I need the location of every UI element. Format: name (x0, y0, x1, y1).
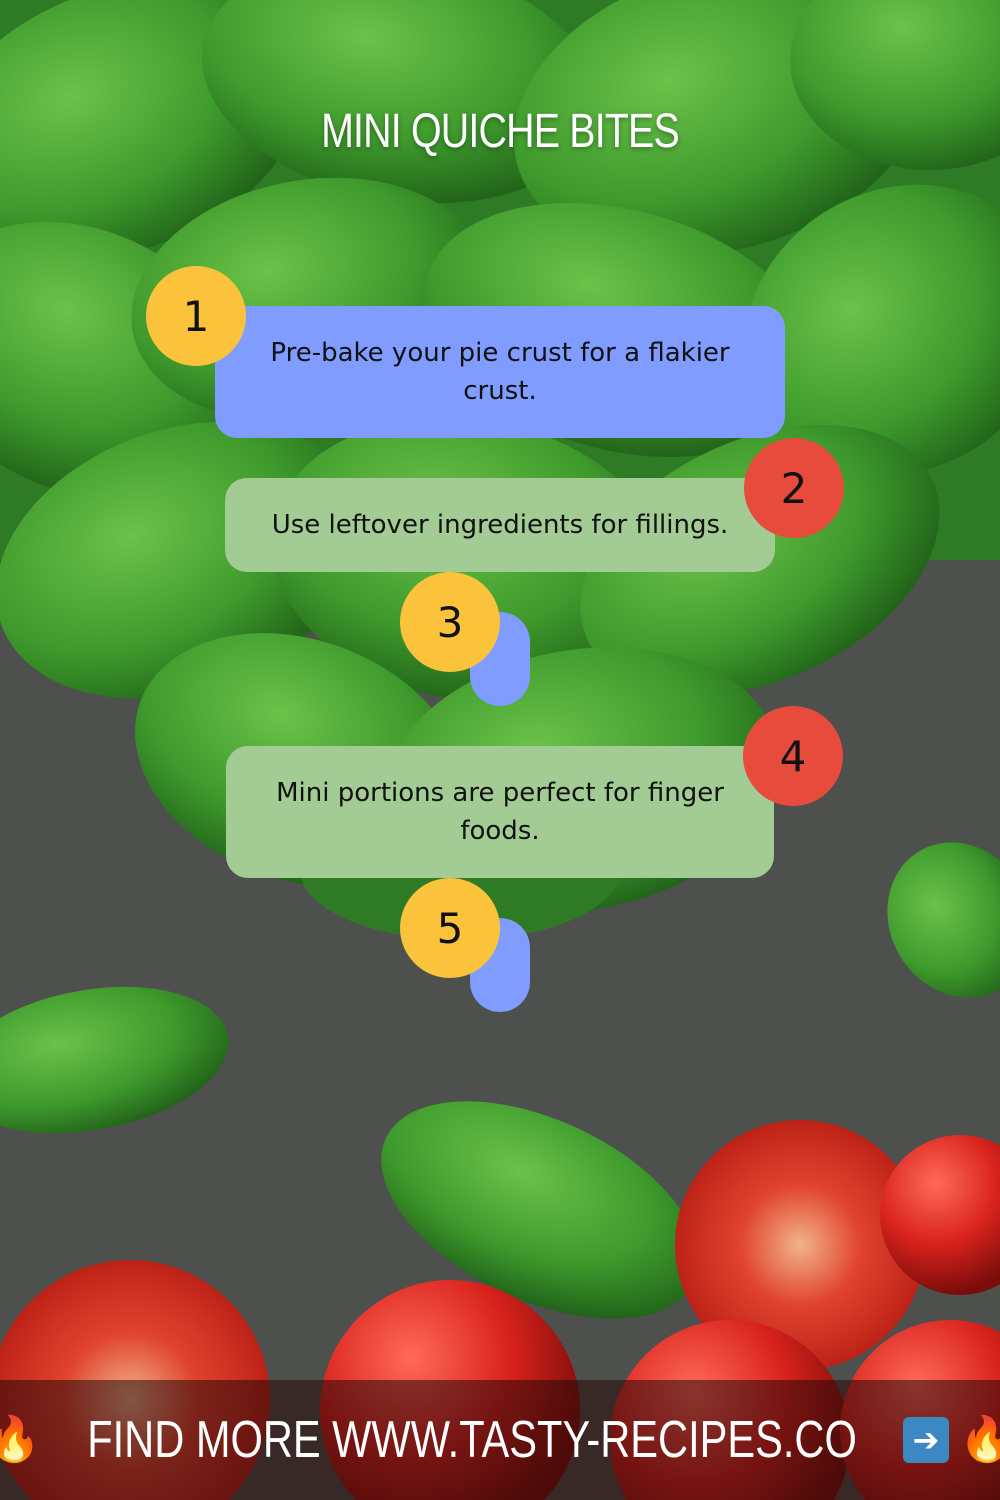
page-title: MINI QUICHE BITES (321, 105, 680, 158)
step-badge-5: 5 (400, 878, 500, 978)
step-text: Mini portions are perfect for finger foo… (276, 778, 724, 846)
step-badge-1: 1 (146, 266, 246, 366)
step-card-1: Pre-bake your pie crust for a flakier cr… (215, 306, 785, 438)
right-arrow-icon: ➔ (903, 1417, 950, 1463)
step-text: Pre-bake your pie crust for a flakier cr… (270, 338, 730, 406)
step-badge-3: 3 (400, 572, 500, 672)
infographic: MINI QUICHE BITES Pre-bake your pie crus… (0, 0, 1000, 1500)
fire-icon: 🔥 (0, 1414, 41, 1465)
step-badge-4: 4 (743, 706, 843, 806)
footer-banner: 🔥 FIND MORE WWW.TASTY-RECIPES.CO ➔ 🔥 (0, 1380, 1000, 1500)
step-badge-2: 2 (744, 438, 844, 538)
step-card-4: Mini portions are perfect for finger foo… (226, 746, 774, 878)
step-card-2: Use leftover ingredients for fillings. (225, 478, 775, 572)
footer-link[interactable]: FIND MORE WWW.TASTY-RECIPES.CO (87, 1410, 857, 1470)
step-text: Use leftover ingredients for fillings. (271, 510, 729, 540)
fire-icon: 🔥 (959, 1414, 1000, 1465)
